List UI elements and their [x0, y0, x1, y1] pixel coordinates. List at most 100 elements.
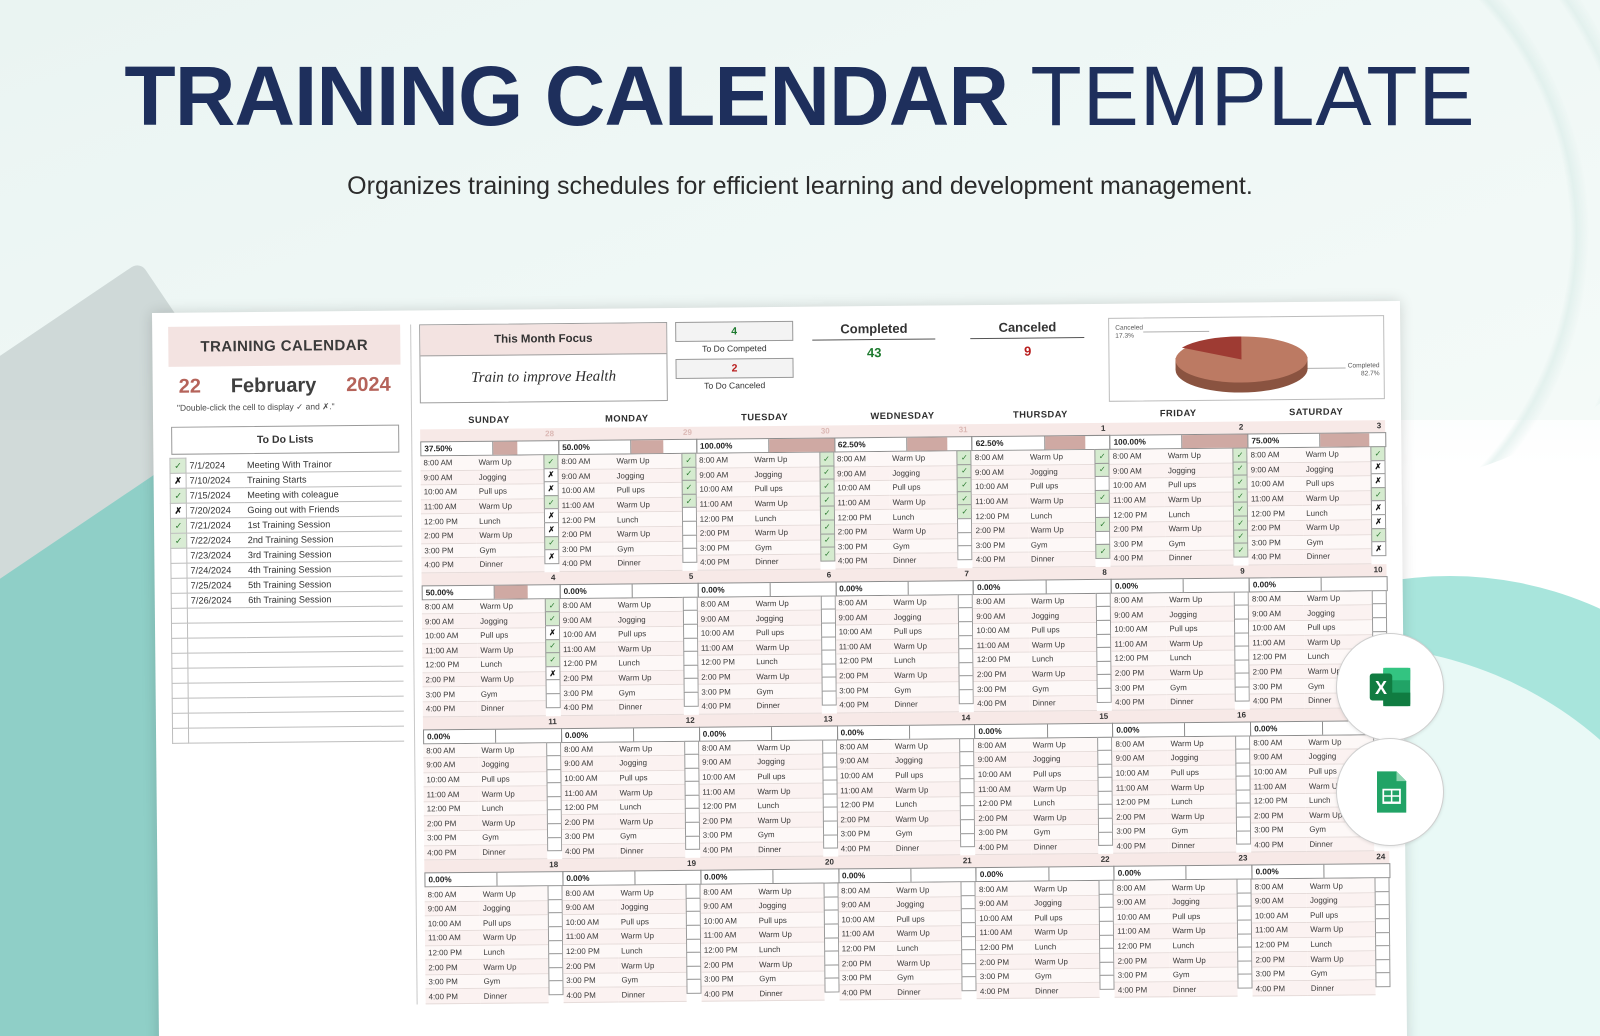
activity-checkbox[interactable]	[823, 909, 839, 925]
activity-checkbox[interactable]: ✓	[1233, 542, 1249, 558]
activity-checkbox[interactable]	[957, 545, 973, 561]
activity-checkbox[interactable]	[960, 791, 976, 807]
activity-checkbox[interactable]	[1374, 890, 1390, 906]
activity-checkbox[interactable]	[823, 896, 839, 912]
todo-status-checkbox[interactable]	[171, 668, 189, 684]
activity-checkbox[interactable]	[682, 623, 698, 639]
activity-checkbox[interactable]	[1094, 475, 1111, 491]
activity-checkbox[interactable]	[545, 741, 562, 757]
activity-checkbox[interactable]	[1099, 907, 1115, 922]
activity-checkbox[interactable]	[1098, 831, 1114, 847]
activity-checkbox[interactable]	[1236, 892, 1252, 908]
activity-checkbox[interactable]	[821, 738, 837, 754]
activity-checkbox[interactable]	[545, 693, 561, 708]
activity-checkbox[interactable]: ✓	[1095, 516, 1111, 532]
activity-checkbox[interactable]	[961, 976, 977, 992]
activity-checkbox[interactable]	[960, 881, 977, 897]
activity-checkbox[interactable]: ✓	[819, 519, 835, 535]
activity-checkbox[interactable]	[547, 885, 563, 901]
activity-checkbox[interactable]	[822, 779, 838, 795]
activity-checkbox[interactable]	[684, 835, 700, 851]
date-year[interactable]: 2024	[346, 374, 391, 397]
activity-checkbox[interactable]	[958, 593, 974, 609]
activity-checkbox[interactable]: ✓	[1094, 448, 1110, 464]
activity-checkbox[interactable]	[1235, 734, 1251, 750]
activity-checkbox[interactable]: ✓	[545, 652, 561, 667]
activity-checkbox[interactable]	[1096, 606, 1112, 621]
excel-icon[interactable]: X	[1336, 633, 1444, 741]
activity-checkbox[interactable]	[1098, 817, 1114, 833]
activity-checkbox[interactable]	[1096, 687, 1113, 703]
todo-status-checkbox[interactable]	[172, 683, 189, 699]
activity-checkbox[interactable]	[959, 751, 975, 766]
activity-checkbox[interactable]	[683, 740, 699, 756]
activity-checkbox[interactable]: ✗	[543, 522, 560, 537]
date-month[interactable]: February	[231, 374, 317, 398]
activity-checkbox[interactable]	[545, 679, 561, 695]
activity-checkbox[interactable]	[547, 898, 563, 914]
activity-checkbox[interactable]	[958, 661, 974, 677]
activity-checkbox[interactable]	[821, 676, 837, 692]
activity-checkbox[interactable]	[823, 882, 839, 898]
activity-checkbox[interactable]: ✗	[543, 467, 559, 483]
activity-checkbox[interactable]: ✓	[819, 546, 835, 562]
activity-checkbox[interactable]	[681, 534, 698, 550]
activity-checkbox[interactable]	[1096, 619, 1112, 635]
activity-checkbox[interactable]	[1375, 958, 1391, 974]
activity-checkbox[interactable]	[685, 951, 702, 967]
activity-checkbox[interactable]: ✓	[544, 597, 560, 613]
activity-checkbox[interactable]	[823, 964, 840, 979]
activity-checkbox[interactable]	[1097, 749, 1113, 765]
activity-checkbox[interactable]	[1096, 646, 1112, 662]
activity-checkbox[interactable]	[1235, 789, 1251, 805]
activity-checkbox[interactable]	[961, 935, 977, 951]
activity-checkbox[interactable]: ✓	[543, 494, 559, 510]
activity-checkbox[interactable]	[1098, 893, 1115, 909]
activity-checkbox[interactable]	[685, 911, 701, 926]
activity-checkbox[interactable]	[820, 663, 837, 678]
activity-checkbox[interactable]: ✗	[544, 549, 560, 564]
activity-checkbox[interactable]	[683, 753, 700, 769]
activity-checkbox[interactable]: ✗	[545, 665, 561, 681]
activity-checkbox[interactable]	[1096, 674, 1112, 689]
activity-checkbox[interactable]	[682, 650, 699, 666]
activity-checkbox[interactable]: ✓	[681, 452, 697, 468]
activity-checkbox[interactable]: ✗	[543, 481, 559, 497]
activity-checkbox[interactable]	[684, 794, 700, 810]
activity-checkbox[interactable]	[958, 607, 974, 623]
date-day[interactable]: 22	[179, 376, 201, 399]
activity-checkbox[interactable]	[681, 507, 697, 522]
activity-checkbox[interactable]: ✓	[956, 450, 972, 465]
activity-checkbox[interactable]: ✓	[1095, 489, 1111, 505]
todo-status-checkbox[interactable]	[171, 578, 188, 594]
activity-checkbox[interactable]: ✓	[818, 451, 835, 467]
todo-status-checkbox[interactable]: ✓	[170, 488, 187, 504]
activity-checkbox[interactable]: ✓	[681, 466, 697, 482]
activity-checkbox[interactable]: ✓	[1232, 447, 1248, 463]
activity-checkbox[interactable]	[682, 596, 698, 612]
activity-checkbox[interactable]	[1095, 503, 1111, 518]
todo-status-checkbox[interactable]: ✗	[170, 473, 187, 489]
activity-checkbox[interactable]	[1095, 530, 1111, 546]
activity-checkbox[interactable]	[1099, 948, 1115, 963]
todo-status-checkbox[interactable]	[171, 638, 188, 654]
todo-status-checkbox[interactable]: ✓	[169, 458, 187, 474]
activity-checkbox[interactable]	[961, 922, 977, 937]
activity-checkbox[interactable]	[1374, 918, 1391, 933]
activity-checkbox[interactable]	[822, 820, 838, 836]
activity-checkbox[interactable]	[1236, 816, 1252, 832]
focus-value[interactable]: Train to improve Health	[420, 354, 666, 402]
todo-empty-row[interactable]	[172, 726, 405, 744]
activity-checkbox[interactable]	[546, 809, 562, 825]
activity-checkbox[interactable]	[823, 950, 839, 966]
activity-checkbox[interactable]	[1374, 904, 1390, 920]
activity-checkbox[interactable]	[820, 608, 836, 624]
activity-checkbox[interactable]: ✓	[1370, 486, 1386, 502]
activity-checkbox[interactable]: ✓	[1232, 474, 1248, 490]
activity-checkbox[interactable]: ✗	[1370, 459, 1386, 475]
activity-checkbox[interactable]: ✓	[956, 463, 973, 479]
activity-checkbox[interactable]	[547, 912, 563, 928]
activity-checkbox[interactable]	[546, 755, 562, 770]
activity-checkbox[interactable]	[682, 610, 698, 625]
activity-checkbox[interactable]	[1375, 945, 1391, 961]
